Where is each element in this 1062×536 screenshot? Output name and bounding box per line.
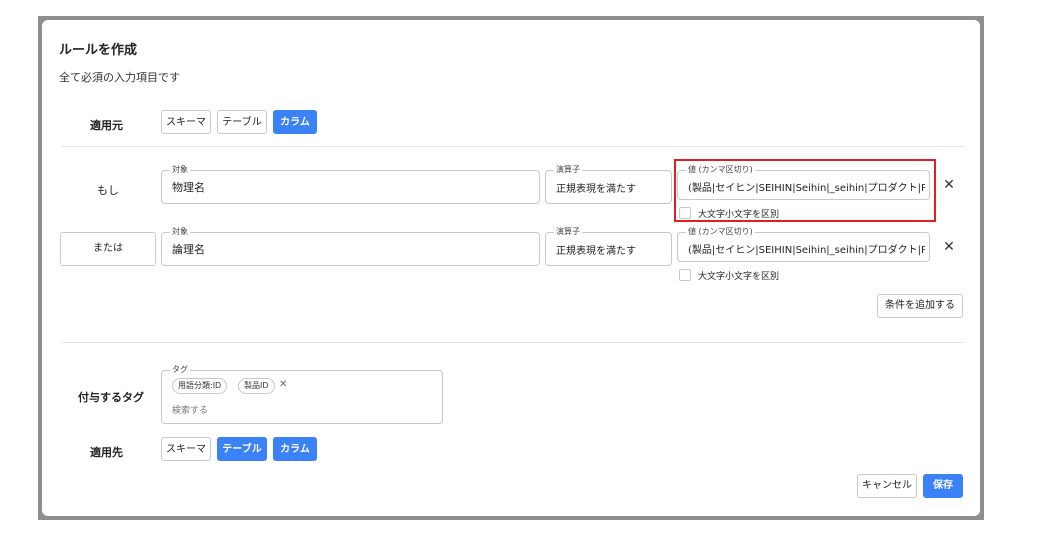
- condition-connector-if: もし: [97, 184, 119, 197]
- field-label: 演算子: [554, 164, 582, 176]
- create-rule-dialog: ルールを作成 全て必須の入力項目です 適用元 スキーマ テーブル カラム もし …: [42, 20, 980, 516]
- target-value: 論理名: [172, 243, 205, 256]
- field-label: 対象: [170, 164, 190, 176]
- close-icon[interactable]: ✕: [941, 177, 957, 193]
- case-sensitive-label: 大文字小文字を区別: [698, 272, 780, 282]
- tag-select-field[interactable]: タグ 用語分類:ID 製品ID ✕ 検索する: [161, 364, 443, 424]
- tags-row-label: 付与するタグ: [78, 391, 144, 404]
- apply-source-label: 適用元: [90, 119, 123, 132]
- tag-chip: 用語分類:ID: [172, 378, 228, 394]
- cancel-button[interactable]: キャンセル: [857, 474, 917, 498]
- divider: [62, 342, 964, 343]
- condition-connector-or-button[interactable]: または: [60, 232, 156, 266]
- apply-source-schema-button[interactable]: スキーマ: [161, 110, 211, 134]
- tag-chip: 製品ID: [238, 378, 275, 394]
- apply-target-column-button[interactable]: カラム: [273, 437, 317, 461]
- close-icon[interactable]: ✕: [941, 239, 957, 255]
- field-label: 値 (カンマ区切り): [686, 226, 755, 238]
- field-label: タグ: [170, 364, 190, 376]
- field-label: 演算子: [554, 226, 582, 238]
- field-label: 対象: [170, 226, 190, 238]
- dialog-subtitle: 全て必須の入力項目です: [59, 71, 180, 84]
- operator-value: 正規表現を満たす: [556, 184, 636, 195]
- tag-search-input[interactable]: 検索する: [172, 403, 208, 416]
- condition-value-text: (製品|セイヒン|SEIHIN|Seihin|_seihin|プロダクト|PRO…: [688, 245, 925, 256]
- apply-source-table-button[interactable]: テーブル: [217, 110, 267, 134]
- condition-operator-select[interactable]: 演算子 正規表現を満たす: [545, 164, 672, 204]
- highlight-box: [674, 159, 936, 222]
- divider: [62, 146, 964, 147]
- dialog-title: ルールを作成: [59, 43, 138, 58]
- condition-target-field[interactable]: 対象 物理名: [161, 164, 540, 204]
- condition-target-field[interactable]: 対象 論理名: [161, 226, 540, 266]
- save-button[interactable]: 保存: [923, 474, 963, 498]
- case-sensitive-checkbox[interactable]: [679, 269, 691, 281]
- add-condition-button[interactable]: 条件を追加する: [877, 294, 963, 318]
- condition-operator-select[interactable]: 演算子 正規表現を満たす: [545, 226, 672, 266]
- apply-target-table-button[interactable]: テーブル: [217, 437, 267, 461]
- operator-value: 正規表現を満たす: [556, 246, 636, 257]
- close-icon[interactable]: ✕: [279, 379, 287, 390]
- condition-value-input[interactable]: 値 (カンマ区切り) (製品|セイヒン|SEIHIN|Seihin|_seihi…: [677, 226, 930, 262]
- apply-target-schema-button[interactable]: スキーマ: [161, 437, 211, 461]
- apply-source-column-button[interactable]: カラム: [273, 110, 317, 134]
- target-value: 物理名: [172, 181, 205, 194]
- apply-target-label: 適用先: [90, 446, 123, 459]
